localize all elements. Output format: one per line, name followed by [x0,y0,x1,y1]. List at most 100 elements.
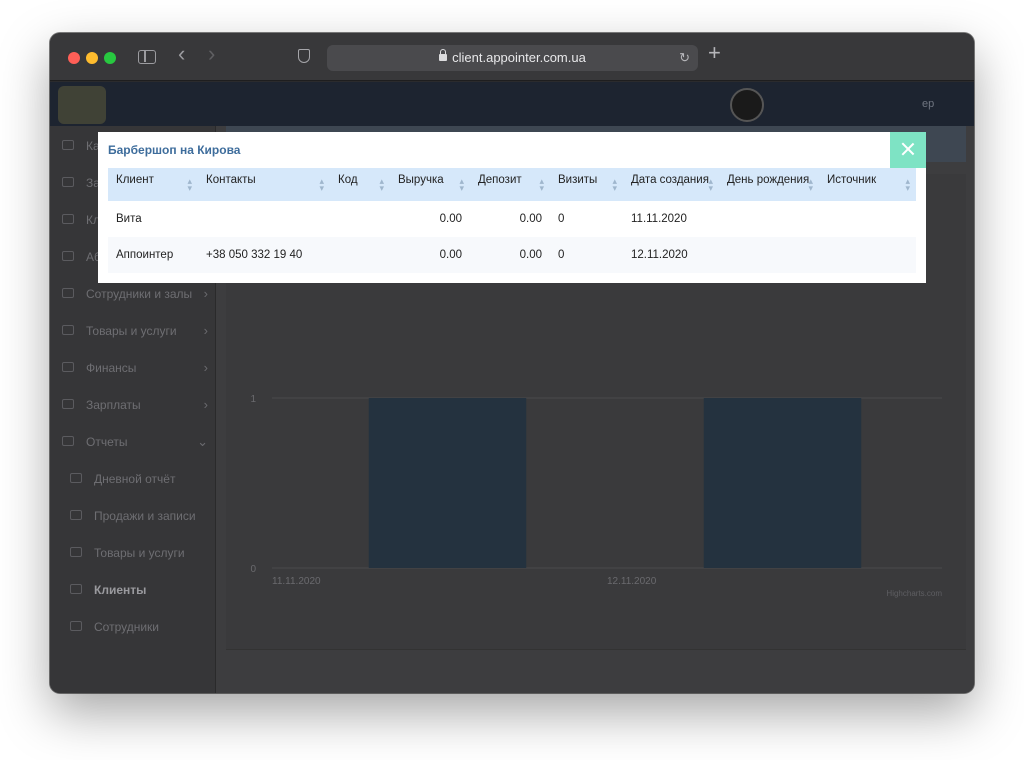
table-cell [719,201,819,237]
menu-icon [62,251,74,261]
minimize-window-button[interactable] [86,52,98,64]
clients-table: Клиент ▴ ▾ Контакты ▴ ▾ Код ▴ ▾ Выручка ▴ ▾ Депозит ▴… [108,168,916,273]
sidebar-item[interactable]: Финансы › [50,350,216,386]
table-header-row: Клиент ▴ ▾ Контакты ▴ ▾ Код ▴ ▾ Выручка ▴ ▾ Депозит ▴… [108,168,916,201]
chevron-down-icon: ⌄ [197,434,208,449]
column-header-label: Клиент [116,174,154,186]
close-window-button[interactable] [68,52,80,64]
menu-icon [62,399,74,409]
sidebar-subitem[interactable]: Продажи и записи [50,498,216,534]
address-bar[interactable]: client.appointer.com.ua ↻ [327,45,698,71]
sort-icon[interactable]: ▴ ▾ [379,177,384,193]
sidebar-subitem-label: Клиенты [94,583,147,597]
sidebar-subitem[interactable]: Дневной отчёт [50,461,216,497]
sidebar-item[interactable]: Товары и услуги › [50,313,216,349]
table-row[interactable]: Вита 0.00 0.00 0 11.11.2020 [108,201,916,237]
reload-icon[interactable]: ↻ [679,45,690,71]
bar [368,398,527,568]
sort-icon[interactable]: ▴ ▾ [612,177,617,193]
sidebar-item-label: Сотрудники и залы [86,287,193,301]
column-header-label: Депозит [478,174,522,186]
sort-icon[interactable]: ▴ ▾ [319,177,324,193]
sidebar-item-label: Товары и услуги [86,324,177,338]
user-menu-label[interactable]: ер [922,98,934,110]
sidebar-item-label: Финансы [86,361,137,375]
column-header-label: Код [338,174,358,186]
avatar[interactable] [730,88,764,122]
sort-icon[interactable]: ▴ ▾ [905,177,910,193]
sidebar-subitem-label: Сотрудники [94,620,159,634]
modal-close-button[interactable] [890,132,926,168]
sidebar-toggle-icon[interactable] [138,50,156,64]
menu-icon [62,214,74,224]
menu-icon [62,325,74,335]
y-tick-label: 1 [250,394,256,405]
sort-icon[interactable]: ▴ ▾ [808,177,813,193]
table-cell: 0 [558,249,565,261]
table-cell [198,201,330,237]
table-cell: 11.11.2020 [631,213,687,225]
browser-titlebar: ‹ › client.appointer.com.ua ↻ + [50,33,974,81]
chevron-right-icon: › [203,360,208,375]
sort-icon[interactable]: ▴ ▾ [187,177,192,193]
menu-icon [62,288,74,298]
new-tab-icon[interactable]: + [708,42,721,64]
sort-icon[interactable]: ▴ ▾ [539,177,544,193]
column-header[interactable]: Депозит ▴ ▾ [470,168,550,201]
sidebar-subitem[interactable]: Сотрудники [50,609,216,645]
sidebar-subitem-label: Товары и услуги [94,546,185,560]
forward-arrow-icon[interactable]: › [208,43,215,65]
menu-icon [62,362,74,372]
menu-icon [62,177,74,187]
sidebar-subitem[interactable]: Клиенты [50,572,216,608]
sidebar-item[interactable]: Зарплаты › [50,387,216,423]
sidebar-subitem[interactable]: Товары и услуги [50,535,216,571]
column-header[interactable]: Источник ▴ ▾ [819,168,916,201]
y-tick-label: 0 [250,564,256,575]
chart-credit: Highcharts.com [886,589,942,598]
column-header[interactable]: Клиент ▴ ▾ [108,168,198,201]
table-cell [819,201,916,237]
x-tick-label: 12.11.2020 [607,576,657,587]
table-cell: Аппоинтер [116,249,174,261]
sidebar-item-label: Зарплаты [86,398,141,412]
url-text: client.appointer.com.ua [452,50,586,65]
table-cell: 0.00 [519,249,542,261]
back-arrow-icon[interactable]: ‹ [178,43,185,65]
app-header: ер [50,82,974,126]
sidebar-item[interactable]: Отчеты ⌄ [50,424,216,460]
table-cell [719,237,819,273]
clients-chart: 1 0 11.11.2020 12.11.2020 Highcharts.com [250,394,942,598]
menu-icon [70,547,82,557]
column-header[interactable]: Код ▴ ▾ [330,168,390,201]
menu-icon [62,436,74,446]
table-cell: Вита [116,213,142,225]
shield-icon[interactable] [298,49,310,63]
column-header[interactable]: День рождения ▴ ▾ [719,168,819,201]
maximize-window-button[interactable] [104,52,116,64]
column-header[interactable]: Дата создания ▴ ▾ [623,168,719,201]
chevron-right-icon: › [203,397,208,412]
browser-window: ‹ › client.appointer.com.ua ↻ + ер Ка За К… [50,33,974,693]
sidebar-item-label: Отчеты [86,435,128,449]
chevron-right-icon: › [203,323,208,338]
column-header[interactable]: Выручка ▴ ▾ [390,168,470,201]
table-cell [330,237,390,273]
column-header[interactable]: Визиты ▴ ▾ [550,168,623,201]
sidebar-subitem-label: Дневной отчёт [94,472,176,486]
table-cell: 0 [558,213,565,225]
column-header-label: Источник [827,174,877,186]
bar [703,398,862,568]
table-row[interactable]: Аппоинтер +38 050 332 19 40 0.00 0.00 0 12.11… [108,237,916,273]
column-header-label: Контакты [206,174,256,186]
table-cell [330,201,390,237]
column-header[interactable]: Контакты ▴ ▾ [198,168,330,201]
sort-icon[interactable]: ▴ ▾ [708,177,713,193]
column-header-label: Дата создания [631,174,709,186]
menu-icon [70,510,82,520]
sort-icon[interactable]: ▴ ▾ [459,177,464,193]
lock-icon [439,49,448,61]
column-header-label: Визиты [558,174,598,186]
app-logo[interactable] [58,86,106,124]
table-cell: +38 050 332 19 40 [206,249,303,261]
